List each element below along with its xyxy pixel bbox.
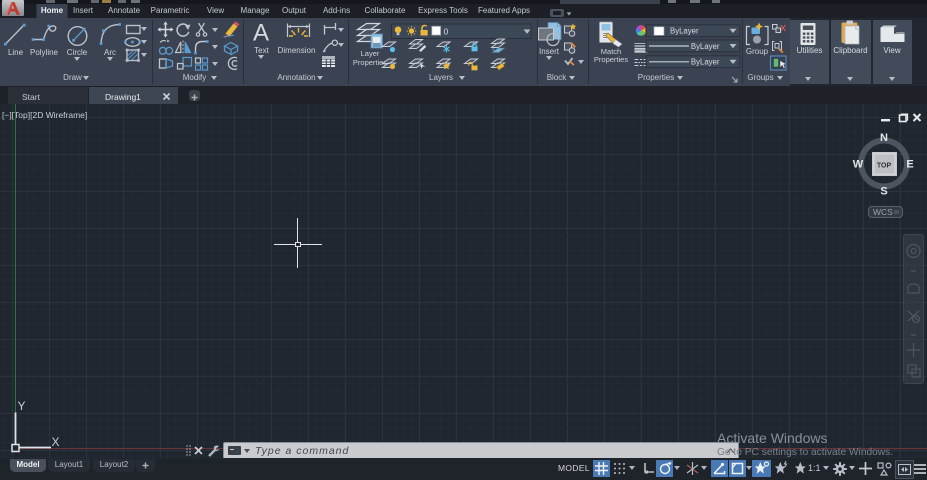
- svg-text:S: S: [880, 186, 887, 198]
- svg-text:A: A: [253, 20, 269, 47]
- svg-text:ByLayer: ByLayer: [691, 58, 720, 67]
- svg-text:W: W: [853, 159, 864, 171]
- svg-text:E: E: [906, 159, 913, 171]
- svg-text:N: N: [880, 132, 888, 144]
- svg-text:Y: Y: [18, 399, 26, 413]
- svg-text:0: 0: [444, 26, 449, 36]
- svg-text:TOP: TOP: [877, 163, 892, 170]
- svg-text:ByLayer: ByLayer: [670, 27, 699, 36]
- svg-text:ByLayer: ByLayer: [691, 42, 720, 51]
- svg-text:X: X: [52, 435, 60, 449]
